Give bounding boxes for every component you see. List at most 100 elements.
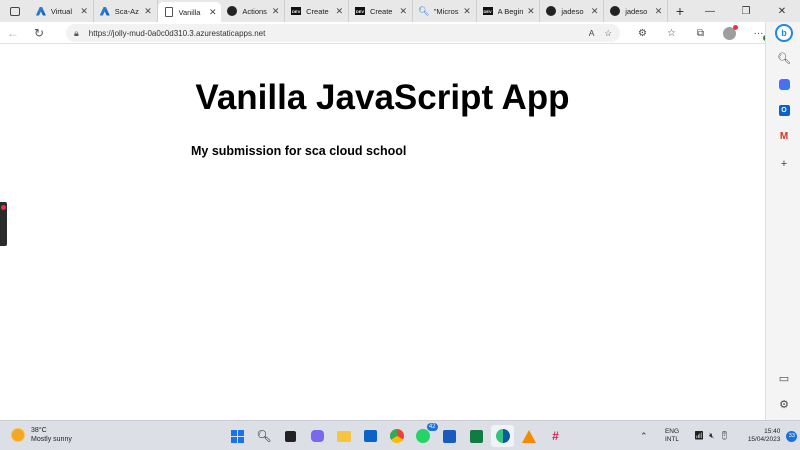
close-icon[interactable]: ✕ <box>271 6 280 17</box>
word-button[interactable] <box>438 425 461 447</box>
taskbar-apps: 🔍︎ 42 # <box>226 423 571 447</box>
refresh-button[interactable]: ↻ <box>26 22 52 44</box>
close-icon[interactable]: ✕ <box>654 6 663 17</box>
read-aloud-icon[interactable]: A <box>589 28 595 38</box>
sidebar-settings-button[interactable]: ⚙ <box>774 394 794 414</box>
slack-button[interactable]: # <box>544 425 567 447</box>
window-controls: — ❐ ✕ <box>692 0 800 22</box>
azure-icon <box>99 6 110 16</box>
search-button[interactable]: 🔍︎ <box>253 425 276 447</box>
edge-icon <box>495 429 510 443</box>
collections-icon[interactable]: ⧉ <box>686 22 715 44</box>
clock[interactable]: 15:40 15/04/2023 <box>740 428 781 444</box>
tab-create-2[interactable]: DEV Create ✕ <box>349 0 413 22</box>
close-icon[interactable]: ✕ <box>463 6 472 17</box>
task-view-button[interactable] <box>279 425 302 447</box>
back-button[interactable]: ← <box>0 22 26 44</box>
sidebar-search-button[interactable]: 🔍︎ <box>774 48 794 68</box>
github-icon <box>610 6 621 16</box>
tab-jadeso-1[interactable]: jadeso ✕ <box>540 0 605 22</box>
tab-title: Create <box>306 6 329 16</box>
tab-micros[interactable]: 🔍︎ "Micros ✕ <box>413 0 477 22</box>
quick-settings[interactable]: 📶︎ 🔇︎ 🔋︎ <box>694 431 734 441</box>
toolbar-actions: ⚙ ☆ ⧉ ··· <box>628 22 773 44</box>
task-view-icon <box>285 430 296 442</box>
sidebar-hide-button[interactable]: ▭ <box>774 368 794 388</box>
address-bar[interactable]: 🔒︎ https://jolly-mud-0a0c0d310.3.azurest… <box>66 24 620 42</box>
github-icon <box>546 6 557 16</box>
chat-icon <box>310 430 324 442</box>
extensions-icon[interactable]: ⚙ <box>628 22 657 44</box>
file-explorer-button[interactable] <box>332 425 355 447</box>
close-icon[interactable]: ✕ <box>590 6 599 17</box>
word-icon <box>443 429 456 443</box>
tab-sca-az[interactable]: Sca-Az ✕ <box>94 0 158 22</box>
sun-icon <box>12 429 24 441</box>
sidebar-outlook-button[interactable]: O <box>774 100 794 120</box>
tab-create-1[interactable]: DEV Create ✕ <box>285 0 349 22</box>
whatsapp-badge: 42 <box>426 423 438 431</box>
bing-chat-button[interactable]: b <box>774 23 794 43</box>
page-subtitle: My submission for sca cloud school <box>191 144 407 158</box>
close-icon[interactable]: ✕ <box>208 7 217 18</box>
tab-title: Virtual <box>50 6 73 16</box>
chrome-icon <box>389 429 404 443</box>
weather-widget[interactable]: 38°C Mostly sunny <box>12 426 72 444</box>
start-button[interactable] <box>226 425 249 447</box>
close-icon[interactable]: ✕ <box>80 6 89 17</box>
system-tray: ⌃ ENG INTL 📶︎ 🔇︎ 🔋︎ 15:40 15/04/2023 33 <box>640 425 798 447</box>
close-icon[interactable]: ✕ <box>144 6 153 17</box>
page-title: Vanilla JavaScript App <box>195 78 570 117</box>
lock-icon[interactable]: 🔒︎ <box>74 28 79 39</box>
weather-desc: Mostly sunny <box>31 436 72 443</box>
tab-actions-button[interactable] <box>0 0 30 22</box>
tab-jadeso-2[interactable]: jadeso ✕ <box>604 0 669 22</box>
favorite-add-icon[interactable]: ☆ <box>604 28 612 39</box>
sidebar-add-button[interactable]: + <box>774 154 794 174</box>
tab-title: Create <box>369 6 393 16</box>
teams-chat-button[interactable] <box>306 425 329 447</box>
address-url[interactable]: https://jolly-mud-0a0c0d310.3.azurestati… <box>89 29 579 38</box>
new-tab-button[interactable]: + <box>668 0 692 22</box>
tab-actions[interactable]: Actions ✕ <box>221 0 286 22</box>
whatsapp-button[interactable]: 42 <box>412 423 438 447</box>
favorites-icon[interactable]: ☆ <box>657 22 686 44</box>
tab-vanilla[interactable]: Vanilla ✕ <box>157 2 222 22</box>
sidebar-tools-button[interactable] <box>774 74 794 94</box>
wifi-icon: 📶︎ <box>694 431 705 440</box>
tab-a-begin[interactable]: DEV A Begin ✕ <box>477 0 541 22</box>
battery-icon: 🔋︎ <box>719 431 730 440</box>
vlc-button[interactable] <box>518 425 541 447</box>
excel-button[interactable] <box>465 425 488 447</box>
avatar <box>723 24 738 40</box>
tab-title: jadeso <box>625 6 648 16</box>
chrome-button[interactable] <box>385 425 408 447</box>
notification-badge[interactable]: 33 <box>786 430 798 442</box>
slack-icon: # <box>552 429 559 443</box>
dev-icon: DEV <box>354 7 365 15</box>
close-window-button[interactable]: ✕ <box>764 0 800 22</box>
language-indicator[interactable]: ENG INTL <box>660 428 684 444</box>
close-icon[interactable]: ✕ <box>526 6 535 17</box>
github-icon <box>227 6 238 16</box>
folder-icon <box>336 430 351 442</box>
sidebar-gmail-button[interactable]: M <box>774 126 794 146</box>
close-icon[interactable]: ✕ <box>335 6 344 17</box>
clock-date: 15/04/2023 <box>747 436 781 443</box>
chevron-up-icon[interactable]: ⌃ <box>640 431 654 442</box>
screen-recorder-tab[interactable] <box>0 202 7 246</box>
edge-button[interactable] <box>491 425 514 447</box>
dev-icon: DEV <box>482 7 493 15</box>
profile-button[interactable] <box>715 22 744 44</box>
minimize-button[interactable]: — <box>692 0 728 22</box>
volume-icon: 🔇︎ <box>709 431 715 440</box>
page-icon <box>164 7 174 17</box>
close-icon[interactable]: ✕ <box>399 6 408 17</box>
tab-title: Vanilla <box>178 7 201 17</box>
tab-virtual[interactable]: Virtual ✕ <box>30 0 94 22</box>
taskbar: 38°C Mostly sunny 🔍︎ 42 # ⌃ ENG INTL 📶︎ <box>0 420 800 450</box>
maximize-button[interactable]: ❐ <box>728 0 764 22</box>
excel-icon <box>469 429 483 443</box>
search-icon: 🔍︎ <box>418 5 430 16</box>
outlook-app-button[interactable] <box>359 425 382 447</box>
